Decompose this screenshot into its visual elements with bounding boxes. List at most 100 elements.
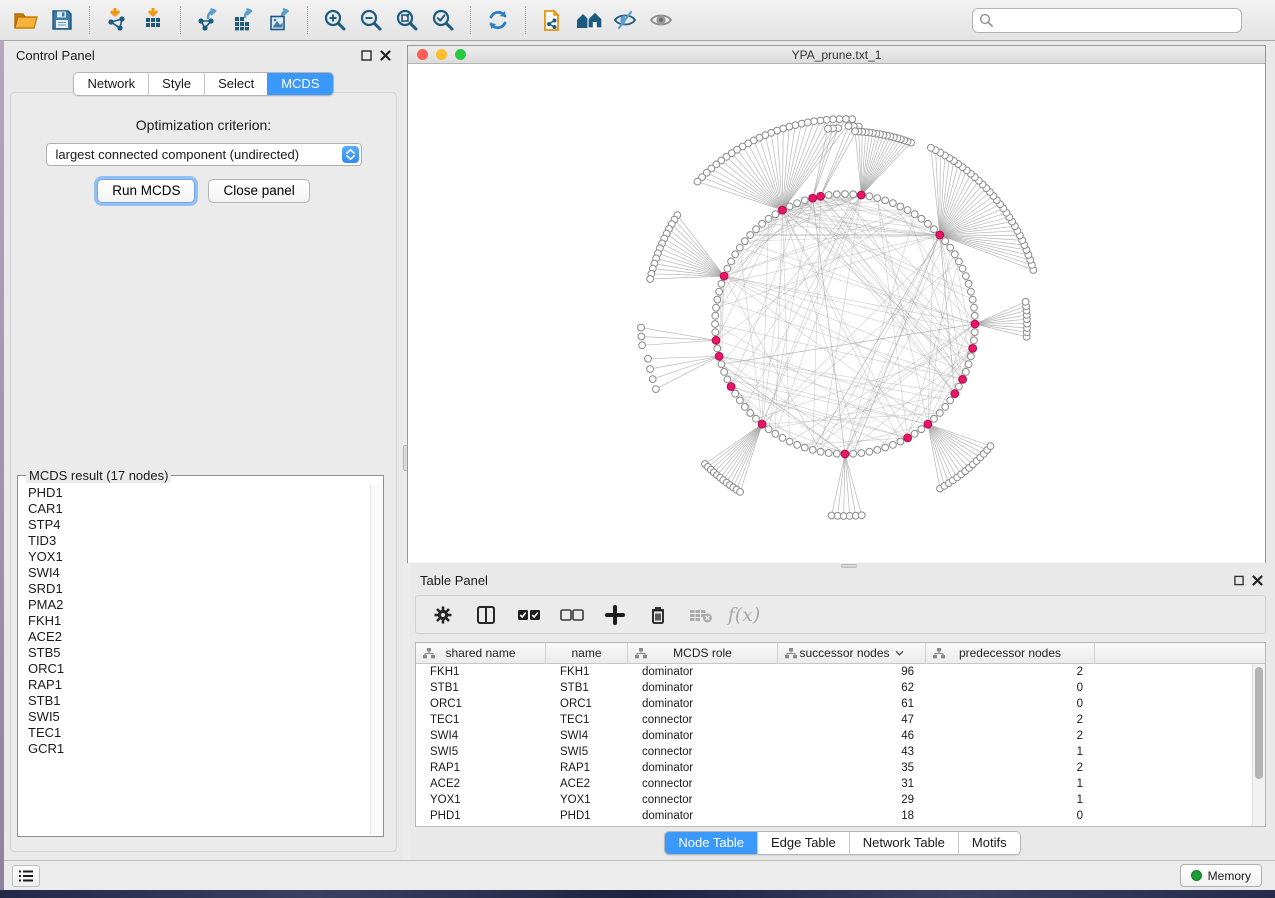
- network-node[interactable]: [874, 195, 881, 202]
- network-node[interactable]: [653, 386, 660, 393]
- column-header-shared-name[interactable]: shared name: [416, 643, 546, 663]
- table-row[interactable]: SWI4SWI4dominator462: [416, 728, 1265, 744]
- close-panel-icon[interactable]: [1252, 575, 1263, 586]
- network-node[interactable]: [858, 450, 865, 457]
- export-image-button[interactable]: [262, 4, 298, 36]
- table-row[interactable]: ORC1ORC1dominator610: [416, 696, 1265, 712]
- network-node[interactable]: [798, 120, 805, 127]
- network-node[interactable]: [712, 312, 719, 319]
- network-node[interactable]: [804, 119, 811, 126]
- mcds-node[interactable]: [969, 345, 977, 353]
- tab-network[interactable]: Network: [74, 73, 148, 95]
- network-node[interactable]: [942, 404, 949, 411]
- network-node[interactable]: [639, 342, 646, 349]
- network-node[interactable]: [741, 238, 748, 245]
- network-node[interactable]: [811, 118, 818, 125]
- mcds-node[interactable]: [779, 206, 787, 214]
- table-row[interactable]: FKH1FKH1dominator962: [416, 664, 1265, 680]
- import-network-button[interactable]: [99, 4, 135, 36]
- mcds-node[interactable]: [841, 450, 849, 458]
- network-node[interactable]: [747, 232, 754, 239]
- float-panel-icon[interactable]: [361, 50, 372, 61]
- network-node[interactable]: [647, 366, 654, 373]
- network-node[interactable]: [882, 444, 889, 451]
- close-panel-icon[interactable]: [380, 50, 391, 61]
- network-window-titlebar[interactable]: YPA_prune.txt_1: [408, 46, 1265, 64]
- network-node[interactable]: [724, 376, 731, 383]
- mcds-result-item[interactable]: RAP1: [19, 677, 370, 693]
- network-node[interactable]: [712, 321, 719, 328]
- network-node[interactable]: [638, 324, 645, 331]
- mcds-result-item[interactable]: ACE2: [19, 629, 370, 645]
- zoom-selected-button[interactable]: [425, 4, 461, 36]
- select-all-rows-button[interactable]: [516, 602, 542, 628]
- memory-button[interactable]: Memory: [1180, 864, 1262, 887]
- close-panel-button[interactable]: Close panel: [208, 179, 309, 203]
- mcds-node[interactable]: [817, 192, 825, 200]
- network-node[interactable]: [741, 404, 748, 411]
- tab-motifs[interactable]: Motifs: [958, 832, 1020, 854]
- deselect-all-rows-button[interactable]: [559, 602, 585, 628]
- search-field[interactable]: [972, 8, 1242, 33]
- mcds-node[interactable]: [971, 320, 979, 328]
- table-row[interactable]: TEC1TEC1connector472: [416, 712, 1265, 728]
- show-graphics-details-button[interactable]: [643, 4, 679, 36]
- network-node[interactable]: [850, 450, 857, 457]
- network-node[interactable]: [721, 369, 728, 376]
- network-node[interactable]: [911, 211, 918, 218]
- network-node[interactable]: [638, 333, 645, 340]
- search-input[interactable]: [994, 14, 1235, 28]
- float-panel-icon[interactable]: [1234, 575, 1244, 586]
- mcds-node[interactable]: [712, 336, 720, 344]
- column-header-name[interactable]: name: [546, 643, 628, 663]
- network-node[interactable]: [890, 442, 897, 449]
- network-node[interactable]: [936, 410, 943, 417]
- network-node[interactable]: [825, 125, 832, 132]
- network-node[interactable]: [794, 200, 801, 207]
- network-node[interactable]: [971, 304, 978, 311]
- network-node[interactable]: [714, 296, 721, 303]
- network-node[interactable]: [765, 426, 772, 433]
- column-header-mcds-role[interactable]: MCDS role: [628, 643, 778, 663]
- network-node[interactable]: [959, 265, 966, 272]
- network-node[interactable]: [718, 361, 725, 368]
- mcds-result-item[interactable]: STB5: [19, 645, 370, 661]
- network-node[interactable]: [852, 128, 859, 135]
- tab-network-table[interactable]: Network Table: [849, 832, 958, 854]
- mcds-node[interactable]: [727, 383, 735, 391]
- run-mcds-button[interactable]: Run MCDS: [97, 179, 195, 203]
- import-table-button[interactable]: [135, 4, 171, 36]
- mcds-result-item[interactable]: SWI5: [19, 709, 370, 725]
- network-node[interactable]: [772, 211, 779, 218]
- zoom-out-button[interactable]: [353, 4, 389, 36]
- optimization-select[interactable]: largest connected component (undirected): [46, 143, 362, 166]
- mcds-result-item[interactable]: STB1: [19, 693, 370, 709]
- table-row[interactable]: STB1STB1dominator620: [416, 680, 1265, 696]
- network-node[interactable]: [987, 443, 994, 450]
- mcds-result-item[interactable]: ORC1: [19, 661, 370, 677]
- network-node[interactable]: [866, 448, 873, 455]
- network-node[interactable]: [928, 144, 935, 151]
- mcds-result-item[interactable]: SWI4: [19, 565, 370, 581]
- network-node[interactable]: [786, 203, 793, 210]
- save-session-button[interactable]: [44, 4, 80, 36]
- network-node[interactable]: [968, 288, 975, 295]
- network-node[interactable]: [736, 397, 743, 404]
- network-node[interactable]: [801, 444, 808, 451]
- network-node[interactable]: [882, 197, 889, 204]
- mcds-list-scrollbar[interactable]: [370, 485, 382, 835]
- network-node[interactable]: [786, 438, 793, 445]
- table-settings-button[interactable]: [430, 602, 456, 628]
- network-node[interactable]: [947, 244, 954, 251]
- network-node[interactable]: [694, 178, 701, 185]
- network-node[interactable]: [965, 280, 972, 287]
- network-node[interactable]: [849, 116, 856, 123]
- network-node[interactable]: [724, 265, 731, 272]
- network-node[interactable]: [897, 203, 904, 210]
- mcds-result-item[interactable]: YOX1: [19, 549, 370, 565]
- network-canvas[interactable]: [408, 65, 1265, 563]
- mcds-node[interactable]: [951, 390, 959, 398]
- network-node[interactable]: [942, 238, 949, 245]
- network-node[interactable]: [817, 117, 824, 124]
- open-session-button[interactable]: [8, 4, 44, 36]
